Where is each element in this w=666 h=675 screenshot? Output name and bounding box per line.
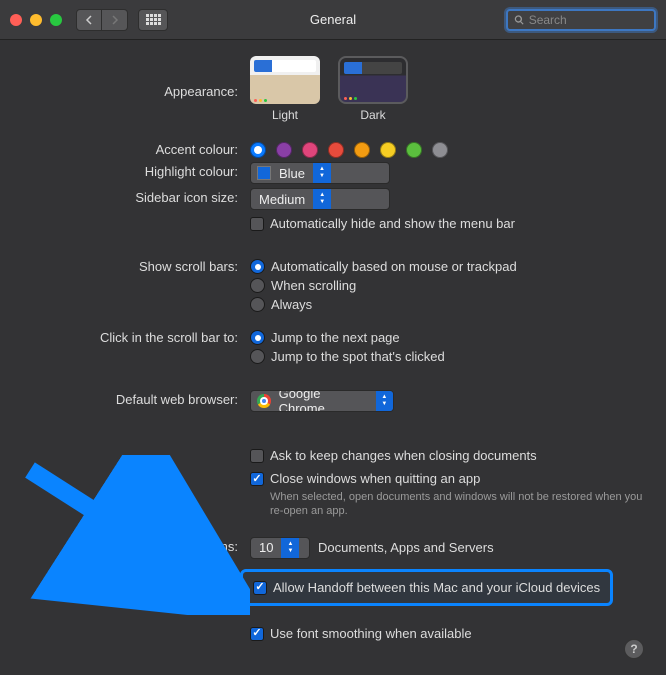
nav-buttons: [76, 9, 128, 31]
appearance-dark-option[interactable]: Dark: [338, 56, 408, 122]
checkbox-icon: [250, 217, 264, 231]
highlight-value: Blue: [271, 166, 313, 181]
scrollbars-group: Automatically based on mouse or trackpad…: [250, 257, 646, 314]
font-smoothing-checkbox[interactable]: Use font smoothing when available: [250, 624, 646, 643]
click-scroll-option-label: Jump to the spot that's clicked: [271, 349, 445, 364]
accent-swatch[interactable]: [380, 142, 396, 158]
appearance-label: Appearance:: [20, 82, 250, 99]
highlight-colour-select[interactable]: Blue: [250, 162, 390, 184]
forward-button[interactable]: [102, 9, 128, 31]
checkbox-icon: [250, 449, 264, 463]
zoom-window-button[interactable]: [50, 14, 62, 26]
recent-items-suffix: Documents, Apps and Servers: [318, 540, 494, 555]
scrollbars-option-label: When scrolling: [271, 278, 356, 293]
select-arrows-icon: [313, 189, 331, 209]
appearance-light-label: Light: [250, 108, 320, 122]
accent-label: Accent colour:: [20, 140, 250, 157]
close-windows-label: Close windows when quitting an app: [270, 471, 480, 486]
window-titlebar: General: [0, 0, 666, 40]
recent-items-value: 10: [251, 540, 281, 555]
checkbox-icon: [253, 581, 267, 595]
click-scroll-option[interactable]: Jump to the next page: [250, 328, 646, 347]
select-arrows-icon: [281, 538, 299, 558]
scrollbars-option-label: Always: [271, 297, 312, 312]
highlight-label: Highlight colour:: [20, 162, 250, 179]
scrollbars-option[interactable]: Automatically based on mouse or trackpad: [250, 257, 646, 276]
checkbox-icon: [250, 472, 264, 486]
highlight-swatch-icon: [257, 166, 271, 180]
chrome-icon: [257, 394, 271, 408]
appearance-light-option[interactable]: Light: [250, 56, 320, 122]
accent-swatch[interactable]: [406, 142, 422, 158]
ask-keep-label: Ask to keep changes when closing documen…: [270, 448, 537, 463]
sidebar-size-select[interactable]: Medium: [250, 188, 390, 210]
accent-swatch[interactable]: [276, 142, 292, 158]
accent-swatch[interactable]: [354, 142, 370, 158]
recent-items-select[interactable]: 10: [250, 537, 310, 559]
close-window-button[interactable]: [10, 14, 22, 26]
allow-handoff-label: Allow Handoff between this Mac and your …: [273, 580, 600, 595]
radio-icon: [250, 297, 265, 312]
sidebar-size-value: Medium: [251, 192, 313, 207]
highlight-box: Allow Handoff between this Mac and your …: [240, 569, 613, 606]
accent-swatch[interactable]: [302, 142, 318, 158]
font-smoothing-label: Use font smoothing when available: [270, 626, 472, 641]
search-icon: [514, 14, 525, 26]
window-title: General: [310, 12, 356, 27]
click-scroll-group: Jump to the next page Jump to the spot th…: [250, 328, 646, 366]
accent-swatch[interactable]: [250, 142, 266, 158]
help-button[interactable]: ?: [624, 639, 644, 659]
sidebar-size-label: Sidebar icon size:: [20, 188, 250, 205]
accent-swatches: [250, 140, 646, 158]
accent-swatch[interactable]: [432, 142, 448, 158]
ask-keep-changes-checkbox[interactable]: Ask to keep changes when closing documen…: [250, 446, 646, 465]
browser-label: Default web browser:: [20, 390, 250, 407]
checkbox-icon: [250, 627, 264, 641]
default-browser-select[interactable]: Google Chrome: [250, 390, 394, 412]
auto-hide-menu-checkbox[interactable]: Automatically hide and show the menu bar: [250, 214, 646, 233]
scrollbars-option[interactable]: Always: [250, 295, 646, 314]
recent-items-label: Recent items:: [20, 537, 250, 554]
back-button[interactable]: [76, 9, 102, 31]
radio-icon: [250, 349, 265, 364]
browser-value: Google Chrome: [271, 390, 376, 412]
scrollbars-option-label: Automatically based on mouse or trackpad: [271, 259, 517, 274]
click-scroll-option[interactable]: Jump to the spot that's clicked: [250, 347, 646, 366]
show-all-button[interactable]: [138, 9, 168, 31]
auto-hide-menu-label: Automatically hide and show the menu bar: [270, 216, 515, 231]
window-traffic-lights: [10, 14, 62, 26]
select-arrows-icon: [313, 163, 331, 183]
select-arrows-icon: [376, 391, 393, 411]
click-scroll-label: Click in the scroll bar to:: [20, 328, 250, 345]
close-windows-note: When selected, open documents and window…: [270, 490, 646, 519]
click-scroll-option-label: Jump to the next page: [271, 330, 400, 345]
accent-swatch[interactable]: [328, 142, 344, 158]
radio-icon: [250, 278, 265, 293]
search-input[interactable]: [529, 13, 648, 27]
radio-icon: [250, 330, 265, 345]
appearance-dark-label: Dark: [338, 108, 408, 122]
radio-icon: [250, 259, 265, 274]
scrollbars-label: Show scroll bars:: [20, 257, 250, 274]
content-area: Appearance: Light Dark Accent colour: Hi…: [0, 40, 666, 673]
search-field[interactable]: [506, 9, 656, 31]
minimize-window-button[interactable]: [30, 14, 42, 26]
scrollbars-option[interactable]: When scrolling: [250, 276, 646, 295]
close-windows-checkbox[interactable]: Close windows when quitting an app: [250, 469, 646, 488]
allow-handoff-checkbox[interactable]: Allow Handoff between this Mac and your …: [253, 578, 600, 597]
